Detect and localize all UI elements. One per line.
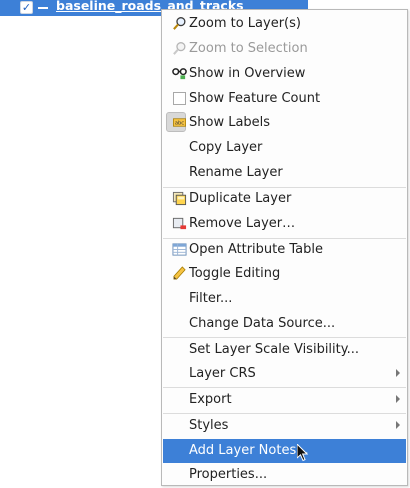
- submenu-arrow-icon: [396, 421, 400, 429]
- menu-item-zoom-to-layer[interactable]: Zoom to Layer(s): [163, 12, 406, 36]
- remove-layer-icon: [172, 217, 187, 230]
- menu-item-copy-layer[interactable]: Copy Layer: [163, 136, 406, 160]
- zoom-selection-icon: [173, 42, 186, 55]
- layer-visibility-checkbox[interactable]: ✓: [20, 1, 33, 14]
- duplicate-layer-icon: [172, 191, 187, 206]
- menu-item-export[interactable]: Export: [163, 388, 406, 412]
- menu-item-layer-crs[interactable]: Layer CRS: [163, 362, 406, 386]
- labels-icon: abc: [173, 118, 186, 127]
- checkbox-icon[interactable]: [173, 92, 186, 105]
- menu-item-properties[interactable]: Properties...: [163, 463, 406, 487]
- submenu-arrow-icon: [396, 369, 400, 377]
- menu-item-show-in-overview[interactable]: Show in Overview: [163, 62, 406, 86]
- overview-icon: [172, 68, 187, 80]
- menu-item-styles[interactable]: Styles: [163, 414, 406, 438]
- menu-item-show-feature-count[interactable]: Show Feature Count: [163, 87, 406, 111]
- mouse-cursor-icon: [297, 444, 309, 462]
- pencil-icon: [173, 266, 186, 280]
- menu-item-toggle-editing[interactable]: Toggle Editing: [163, 262, 406, 286]
- submenu-arrow-icon: [396, 395, 400, 403]
- attribute-table-icon: [172, 243, 187, 256]
- line-symbol-icon: [38, 7, 48, 9]
- menu-item-zoom-to-selection[interactable]: Zoom to Selection: [163, 37, 406, 61]
- menu-item-change-data-source[interactable]: Change Data Source...: [163, 312, 406, 336]
- menu-item-open-attribute-table[interactable]: Open Attribute Table: [163, 238, 406, 262]
- menu-item-set-layer-scale-visibility[interactable]: Set Layer Scale Visibility...: [163, 338, 406, 362]
- layer-context-menu: Zoom to Layer(s) Zoom to Selection Show …: [161, 9, 408, 486]
- menu-item-filter[interactable]: Filter...: [163, 287, 406, 311]
- menu-item-duplicate-layer[interactable]: Duplicate Layer: [163, 187, 406, 211]
- menu-item-add-layer-notes[interactable]: Add Layer Notes...: [163, 439, 406, 463]
- menu-item-show-labels[interactable]: abc Show Labels: [163, 111, 406, 135]
- menu-item-rename-layer[interactable]: Rename Layer: [163, 161, 406, 185]
- zoom-layer-icon: [173, 17, 186, 30]
- svg-text:abc: abc: [175, 121, 184, 127]
- menu-item-remove-layer[interactable]: Remove Layer…: [163, 212, 406, 236]
